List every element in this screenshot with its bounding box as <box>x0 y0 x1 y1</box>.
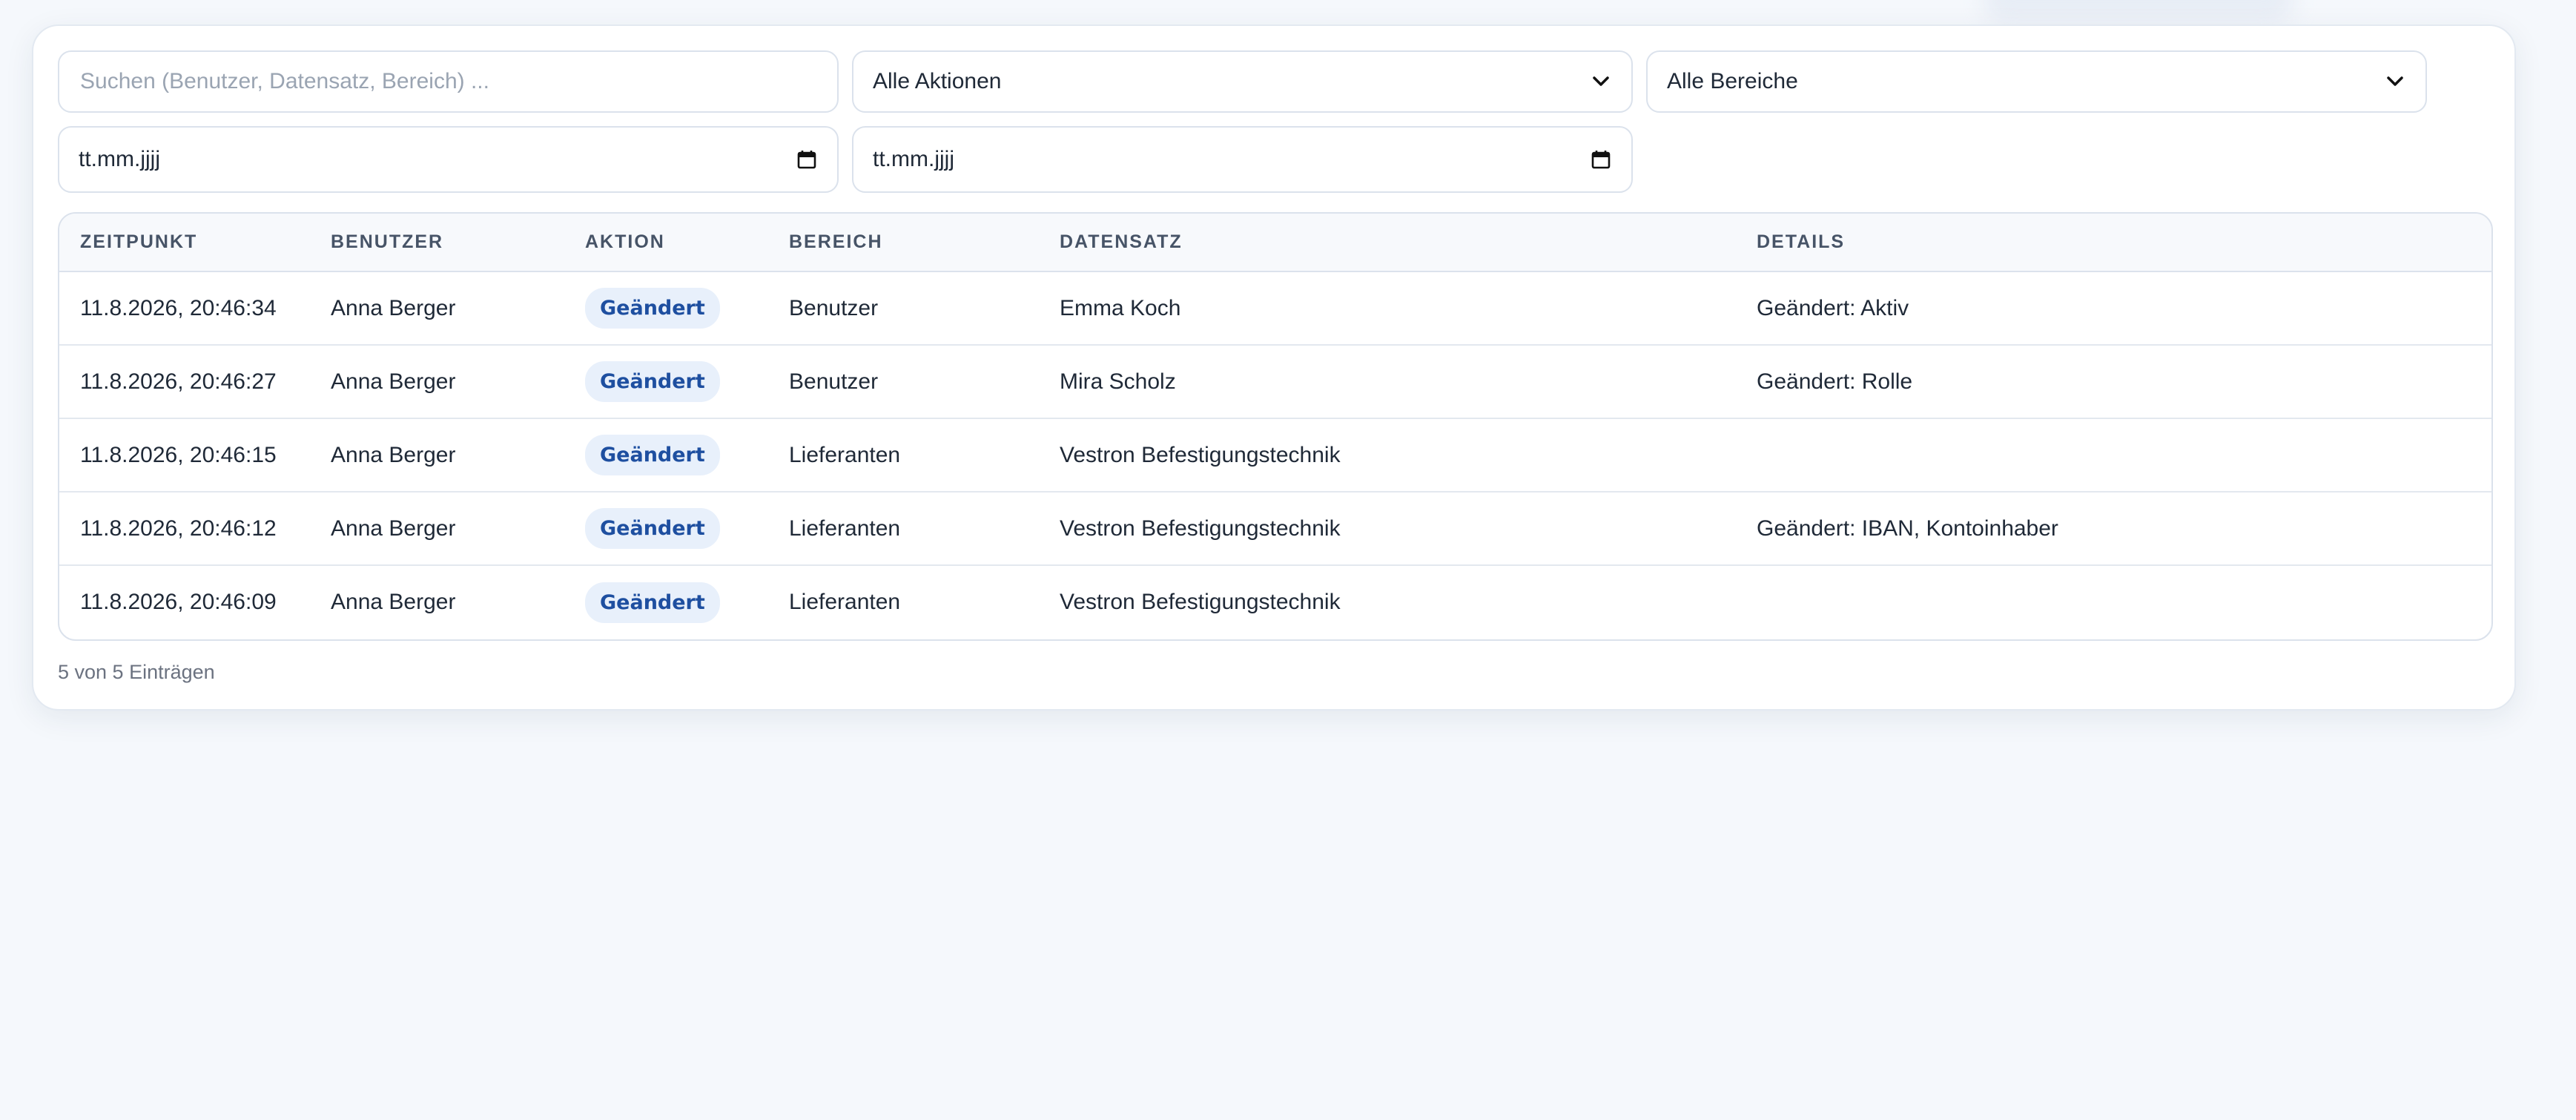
column-header-action[interactable]: AKTION <box>564 214 768 272</box>
cell-user: Anna Berger <box>310 564 564 639</box>
cell-action: Geändert <box>564 491 768 565</box>
cell-time: 11.8.2026, 20:46:09 <box>59 564 310 639</box>
table-row[interactable]: 11.8.2026, 20:46:27 Anna Berger Geändert… <box>59 344 2491 418</box>
background-glow <box>1983 0 2294 22</box>
cell-user: Anna Berger <box>310 344 564 418</box>
cell-details <box>1736 418 2491 492</box>
column-header-time[interactable]: ZEITPUNKT <box>59 214 310 272</box>
table-row[interactable]: 11.8.2026, 20:46:09 Anna Berger Geändert… <box>59 564 2491 639</box>
cell-time: 11.8.2026, 20:46:34 <box>80 295 277 320</box>
action-filter-select[interactable]: Alle Aktionen <box>852 50 1633 113</box>
cell-time: 11.8.2026, 20:46:15 <box>59 418 310 492</box>
search-input[interactable] <box>79 68 818 95</box>
cell-action: Geändert <box>564 564 768 639</box>
cell-details: Geändert: Aktiv <box>1757 295 1909 320</box>
cell-user: Anna Berger <box>310 418 564 492</box>
cell-record: Vestron Befestigungstechnik <box>1039 491 1736 565</box>
date-from-value: tt.mm.jjjj <box>79 147 160 171</box>
cell-action: Geändert <box>564 418 768 492</box>
cell-record: Vestron Befestigungstechnik <box>1039 564 1736 639</box>
column-header-record[interactable]: DATENSATZ <box>1039 214 1736 272</box>
cell-time: 11.8.2026, 20:46:27 <box>59 344 310 418</box>
chevron-down-icon <box>2384 70 2406 93</box>
table-row[interactable]: 11.8.2026, 20:46:34 Anna Berger Geändert… <box>59 271 2491 345</box>
audit-log-table: ZEITPUNKT BENUTZER AKTION BEREICH DATENS… <box>58 212 2493 641</box>
column-header-area[interactable]: BEREICH <box>768 214 1039 272</box>
table-row[interactable]: 11.8.2026, 20:46:12 Anna Berger Geändert… <box>59 491 2491 565</box>
calendar-icon[interactable] <box>1590 148 1612 171</box>
action-badge: Geändert <box>585 435 720 475</box>
date-from-input[interactable]: tt.mm.jjjj <box>58 126 839 193</box>
area-filter-select[interactable]: Alle Bereiche <box>1646 50 2427 113</box>
chevron-down-icon <box>1590 70 1612 93</box>
action-badge: Geändert <box>585 288 720 329</box>
cell-area: Lieferanten <box>768 564 1039 639</box>
table-header-row: ZEITPUNKT BENUTZER AKTION BEREICH DATENS… <box>59 214 2491 272</box>
cell-details: Geändert: IBAN, Kontoinhaber <box>1736 491 2491 565</box>
table-row[interactable]: 11.8.2026, 20:46:15 Anna Berger Geändert… <box>59 418 2491 492</box>
cell-action: Geändert <box>564 271 768 345</box>
cell-record: Mira Scholz <box>1039 344 1736 418</box>
action-badge: Geändert <box>585 361 720 402</box>
cell-user: Anna Berger <box>331 295 456 320</box>
cell-record: Vestron Befestigungstechnik <box>1039 418 1736 492</box>
search-field[interactable] <box>58 50 839 113</box>
cell-details <box>1736 564 2491 639</box>
date-to-input[interactable]: tt.mm.jjjj <box>852 126 1633 193</box>
cell-area: Lieferanten <box>768 491 1039 565</box>
cell-record: Emma Koch <box>1060 295 1181 320</box>
column-header-details[interactable]: DETAILS <box>1736 214 2491 272</box>
date-to-value: tt.mm.jjjj <box>873 147 954 171</box>
action-badge: Geändert <box>585 508 720 549</box>
column-header-user[interactable]: BENUTZER <box>310 214 564 272</box>
action-badge: Geändert <box>585 582 720 623</box>
cell-action: Geändert <box>564 344 768 418</box>
area-filter-value: Alle Bereiche <box>1667 69 1798 93</box>
cell-area: Benutzer <box>768 344 1039 418</box>
cell-area: Lieferanten <box>768 418 1039 492</box>
entry-count: 5 von 5 Einträgen <box>58 661 215 683</box>
cell-area: Benutzer <box>789 295 879 320</box>
cell-user: Anna Berger <box>310 491 564 565</box>
calendar-icon[interactable] <box>796 148 818 171</box>
audit-log-panel: Alle Aktionen Alle Bereiche tt.mm.jjjj t… <box>32 24 2516 711</box>
cell-time: 11.8.2026, 20:46:12 <box>59 491 310 565</box>
cell-details: Geändert: Rolle <box>1736 344 2491 418</box>
action-filter-value: Alle Aktionen <box>873 69 1002 93</box>
